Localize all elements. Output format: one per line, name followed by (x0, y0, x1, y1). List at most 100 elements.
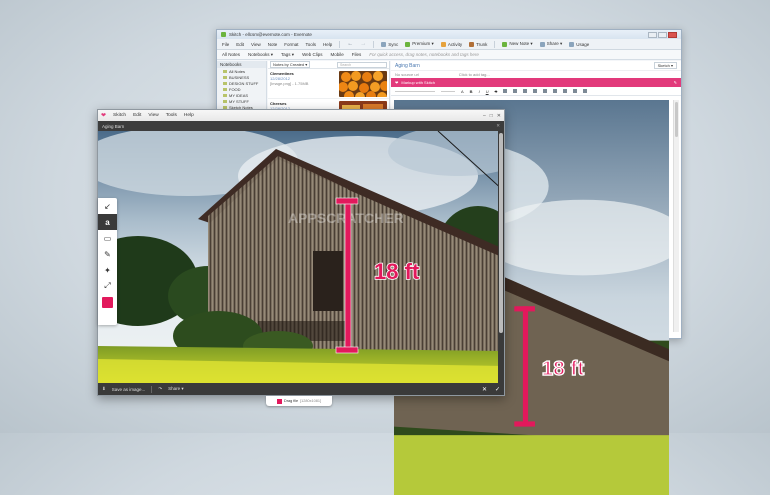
note-meta-bar: No source url Click to add tag... (391, 70, 681, 78)
checkbox-icon[interactable] (533, 89, 538, 93)
tag-field[interactable]: Click to add tag... (459, 72, 490, 77)
skitch-menu-help[interactable]: Help (184, 113, 194, 118)
color-swatch-button[interactable] (98, 294, 117, 310)
share-icon: ↷ (158, 386, 163, 391)
marker-tool-icon[interactable]: ✎ (98, 246, 117, 262)
cancel-x-icon[interactable]: ✕ (482, 386, 487, 393)
skitch-toolbar: ↙ a ▭ ✎ ✦ ⤢ (98, 198, 117, 325)
pencil-icon[interactable]: ✎ (674, 80, 677, 85)
bold-icon[interactable]: B (470, 89, 473, 94)
files-link[interactable]: Files (352, 52, 362, 57)
skitch-canvas[interactable]: APPSCRATCHER 18 ft (98, 131, 504, 386)
sort-dropdown[interactable]: Notes by Created ▾ (270, 61, 311, 68)
close-document-icon[interactable]: ✕ (496, 123, 500, 129)
crop-tool-icon[interactable]: ⤢ (98, 278, 117, 294)
font-dropdown[interactable] (395, 90, 435, 92)
activity-button[interactable]: Activity (440, 41, 462, 47)
skitch-heart-icon: ❤ (395, 80, 399, 85)
maximize-icon[interactable]: □ (490, 113, 493, 119)
scroll-thumb[interactable] (499, 133, 503, 333)
close-icon[interactable]: ✕ (497, 113, 501, 119)
notebook-icon (223, 93, 227, 97)
rectangle-tool-icon[interactable]: ▭ (98, 230, 117, 246)
menu-note[interactable]: Note (268, 42, 278, 47)
divider (151, 385, 153, 393)
indent-icon[interactable] (563, 89, 568, 93)
notebooks-dropdown[interactable]: Notebooks ▾ (248, 52, 273, 58)
bullet-list-icon[interactable] (543, 89, 548, 93)
italic-icon[interactable]: I (479, 89, 480, 94)
menu-format[interactable]: Format (284, 42, 298, 47)
all-notes-link[interactable]: All Notes (222, 52, 240, 57)
annotation-text[interactable]: 18 ft (373, 258, 421, 285)
sidebar-header[interactable]: Notebooks (217, 61, 266, 68)
usage-button[interactable]: Usage (569, 41, 590, 47)
share-button[interactable]: Share ▾ (539, 41, 563, 47)
menu-view[interactable]: View (251, 42, 261, 47)
new-note-button[interactable]: New Note ▾ (502, 41, 533, 47)
note-header: Aging Barn Sketch ▾ (391, 61, 681, 70)
align-left-icon[interactable] (503, 89, 508, 93)
minimize-icon[interactable]: – (483, 113, 486, 119)
size-dropdown[interactable] (441, 90, 455, 92)
trunk-label: Trunk (476, 41, 488, 47)
menu-tools[interactable]: Tools (306, 42, 317, 47)
usage-label: Usage (576, 41, 590, 47)
table-icon[interactable] (573, 89, 578, 93)
close-button[interactable] (668, 31, 677, 38)
sidebar-item-label: FOOD (229, 86, 241, 92)
markup-label: Markup with Skitch (401, 80, 435, 85)
link-icon[interactable] (583, 89, 588, 93)
minimize-button[interactable] (648, 31, 657, 38)
drag-file-dims: [1280x1081] (300, 399, 322, 403)
font-color-icon[interactable]: A (461, 89, 464, 94)
canvas-scrollbar[interactable] (498, 131, 504, 386)
confirm-controls: ✕ ✓ (482, 386, 500, 393)
pixelate-tool-icon[interactable]: ✦ (98, 262, 117, 278)
underline-icon[interactable]: U (486, 89, 489, 94)
source-url-field[interactable]: No source url (395, 72, 419, 77)
strikethrough-icon[interactable]: S (495, 89, 498, 94)
sync-button[interactable]: Sync (381, 41, 398, 47)
skitch-menu-tools[interactable]: Tools (166, 113, 177, 118)
shortcut-bar: All Notes Notebooks ▾ Tags ▾ Web Clips M… (217, 50, 681, 60)
skitch-menu-view[interactable]: View (148, 113, 158, 118)
arrow-tool-icon[interactable]: ↙ (98, 198, 117, 214)
note-title-field[interactable]: Aging Barn (395, 63, 420, 69)
forward-arrow-icon[interactable]: → (360, 41, 366, 47)
premium-label: Premium ▾ (412, 41, 434, 46)
align-right-icon[interactable] (523, 89, 528, 93)
share-dropdown[interactable]: Share ▾ (168, 386, 184, 392)
clementines-thumbnail (339, 71, 387, 97)
drag-file-label: Drag file (283, 399, 299, 403)
scroll-thumb[interactable] (675, 102, 678, 137)
share-label: Share ▾ (546, 41, 563, 46)
premium-button[interactable]: Premium ▾ (405, 41, 434, 47)
tags-dropdown[interactable]: Tags ▾ (281, 52, 294, 58)
trunk-button[interactable]: Trunk (469, 41, 488, 47)
maximize-button[interactable] (658, 31, 667, 38)
skitch-bottom-bar: ⬇ Save as image... ↷ Share ▾ ✕ ✓ (98, 383, 504, 395)
save-as-image-button[interactable]: Save as image... (112, 387, 146, 392)
menu-help[interactable]: Help (323, 42, 332, 47)
menu-edit[interactable]: Edit (236, 42, 244, 47)
markup-with-skitch-bar[interactable]: ❤ Markup with Skitch ✎ (391, 78, 681, 87)
web-clips-link[interactable]: Web Clips (302, 52, 322, 57)
skitch-app-menu[interactable]: Skitch (113, 113, 126, 118)
text-tool-icon[interactable]: a (98, 214, 117, 230)
mobile-link[interactable]: Mobile (331, 52, 344, 57)
sidebar-item-label: DESIGN STUFF (229, 80, 259, 86)
skitch-logo-icon: ❤ (101, 113, 107, 119)
back-arrow-icon[interactable]: ← (347, 41, 353, 47)
note-list-item[interactable]: Clementines 12/28/2012 [Image.png] - 1.7… (268, 69, 389, 99)
skitch-menu-edit[interactable]: Edit (133, 113, 141, 118)
notebook-select[interactable]: Sketch ▾ (653, 62, 677, 69)
menu-file[interactable]: File (222, 42, 229, 47)
align-center-icon[interactable] (513, 89, 518, 93)
drag-file-handle[interactable]: Drag file [1280x1081] (266, 396, 332, 406)
note-search-input[interactable]: Search (337, 61, 387, 68)
save-icon: ⬇ (102, 386, 106, 391)
confirm-check-icon[interactable]: ✓ (495, 386, 500, 393)
numbered-list-icon[interactable] (553, 89, 558, 93)
editor-scrollbar[interactable] (673, 100, 679, 332)
